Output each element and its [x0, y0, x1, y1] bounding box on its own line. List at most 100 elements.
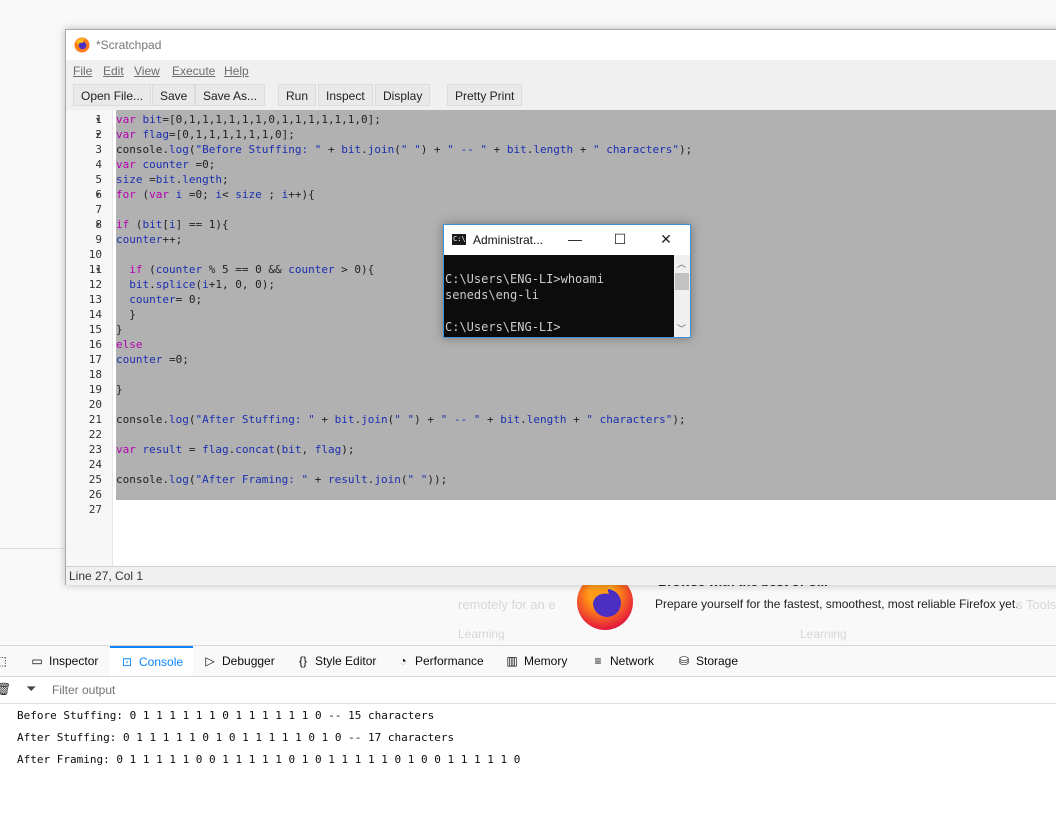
- line-number: 15: [88, 323, 102, 336]
- inspector-icon: ▭: [31, 654, 43, 668]
- window-title: *Scratchpad: [96, 38, 162, 52]
- devtools-tab-bar: ⬚ ▭ Inspector ⊡ Console ▷ Debugger {} Style …: [0, 646, 1056, 677]
- code-line: }: [116, 308, 136, 321]
- console-message: After Framing: 0 1 1 1 1 1 0 0 1 1 1 1 1…: [17, 753, 521, 766]
- code-line: var flag=[0,1,1,1,1,1,1,0];: [116, 128, 295, 141]
- code-line: for (var i =0; i< size ; i++){: [116, 188, 315, 201]
- tab-style-editor[interactable]: {} Style Editor: [296, 646, 376, 676]
- line-number: 16: [88, 338, 102, 351]
- pick-element-icon[interactable]: ⬚: [0, 646, 8, 676]
- line-number: 14: [88, 308, 102, 321]
- maximize-icon[interactable]: ☐: [610, 230, 630, 248]
- debugger-icon: ▷: [205, 654, 215, 668]
- save-as-button[interactable]: Save As...: [195, 84, 266, 106]
- tab-console[interactable]: ⊡ Console: [110, 646, 194, 676]
- minimize-icon[interactable]: —: [565, 230, 585, 248]
- storage-icon: ⛁: [678, 654, 690, 668]
- line-number: 12: [88, 278, 102, 291]
- scratchpad-toolbar: Open File... Save Save As... Run Inspect…: [66, 82, 1056, 108]
- cmd-icon: C:\: [452, 234, 466, 245]
- run-button[interactable]: Run: [278, 84, 317, 106]
- cmd-title-bar[interactable]: C:\ Administrat... — ☐ ✕: [444, 225, 690, 255]
- cmd-title: Administrat...: [473, 233, 544, 247]
- line-number: 19: [88, 383, 102, 396]
- code-line: console.log("After Framing: " + result.j…: [116, 473, 448, 486]
- code-line: counter =0;: [116, 353, 189, 366]
- line-number: 23: [88, 443, 102, 456]
- style-editor-icon: {}: [298, 654, 307, 668]
- line-number: 5: [95, 173, 102, 186]
- code-line: }: [116, 323, 123, 336]
- menu-help[interactable]: Help: [224, 64, 249, 78]
- line-number: 7: [95, 203, 102, 216]
- code-line: console.log("Before Stuffing: " + bit.jo…: [116, 143, 693, 156]
- tab-debugger[interactable]: ▷ Debugger: [203, 646, 274, 676]
- command-prompt-window: C:\ Administrat... — ☐ ✕ C:\Users\ENG-LI…: [443, 224, 691, 338]
- scratchpad-title-bar[interactable]: *Scratchpad: [66, 30, 1056, 60]
- menu-edit[interactable]: Edit: [103, 64, 124, 78]
- inspect-button[interactable]: Inspect: [318, 84, 373, 106]
- fold-arrow-icon[interactable]: ▾: [96, 187, 100, 202]
- cursor-position: Line 27, Col 1: [69, 569, 144, 583]
- scrollbar-thumb[interactable]: [675, 273, 689, 290]
- trash-icon[interactable]: 🗑: [0, 682, 11, 696]
- cmd-scrollbar[interactable]: ︿ ﹀: [674, 255, 690, 337]
- scroll-down-icon[interactable]: ﹀: [677, 322, 686, 335]
- menu-view[interactable]: View: [134, 64, 160, 78]
- code-line: size =bit.length;: [116, 173, 229, 186]
- line-number: 22: [88, 428, 102, 441]
- tab-inspector[interactable]: ▭ Inspector: [30, 646, 98, 676]
- line-number: 27: [88, 503, 102, 516]
- tab-memory[interactable]: ▥ Memory: [505, 646, 567, 676]
- tab-performance[interactable]: ◔ Performance: [396, 646, 483, 676]
- code-line: bit.splice(i+1, 0, 0);: [129, 278, 275, 291]
- tab-storage[interactable]: ⛁ Storage: [677, 646, 738, 676]
- cmd-line: C:\Users\ENG-LI>whoami: [445, 272, 604, 286]
- console-output: Before Stuffing: 0 1 1 1 1 1 1 0 1 1 1 1…: [17, 708, 520, 774]
- cmd-line: C:\Users\ENG-LI>: [445, 320, 561, 334]
- fold-arrow-icon[interactable]: ▾: [96, 112, 100, 127]
- code-line: counter++;: [116, 233, 183, 246]
- line-number: 3: [95, 143, 102, 156]
- line-number: 9: [95, 233, 102, 246]
- filter-icon: ⏷: [26, 681, 37, 696]
- line-number: 4: [95, 158, 102, 171]
- network-icon: ≡: [594, 654, 602, 668]
- pretty-print-button[interactable]: Pretty Print: [447, 84, 523, 106]
- line-number: 13: [88, 293, 102, 306]
- cmd-console[interactable]: C:\Users\ENG-LI>whoami seneds\eng-li C:\…: [444, 255, 674, 337]
- code-line: if (bit[i] == 1){: [116, 218, 229, 231]
- devtools-panel: ⬚ ▭ Inspector ⊡ Console ▷ Debugger {} Style …: [0, 645, 1056, 825]
- console-message: After Stuffing: 0 1 1 1 1 1 0 1 0 1 1 1 …: [17, 731, 455, 744]
- fold-arrow-icon[interactable]: ▾: [96, 127, 100, 142]
- code-line: }: [116, 383, 123, 396]
- code-editor[interactable]: 1 ▾ var bit=[0,1,1,1,1,1,1,0,1,1,1,1,1,1,0…: [66, 110, 1056, 566]
- fold-arrow-icon[interactable]: ▾: [96, 217, 100, 232]
- menu-execute[interactable]: Execute: [172, 64, 215, 78]
- menu-file[interactable]: File: [73, 64, 92, 78]
- console-filter-bar: 🗑 ⏷: [0, 677, 1056, 704]
- code-line: var bit=[0,1,1,1,1,1,1,0,1,1,1,1,1,1,0];: [116, 113, 381, 126]
- code-line: console.log("After Stuffing: " + bit.joi…: [116, 413, 686, 426]
- firefox-icon: [74, 37, 90, 53]
- faded-text: s Tools: [1016, 597, 1056, 612]
- code-line: if (counter % 5 == 0 && counter > 0){: [129, 263, 375, 276]
- save-button[interactable]: Save: [152, 84, 196, 106]
- faded-text: Learning: [800, 627, 847, 641]
- performance-icon: ◔: [399, 654, 407, 668]
- display-button[interactable]: Display: [375, 84, 431, 106]
- line-number: 18: [88, 368, 102, 381]
- open-file-button[interactable]: Open File...: [73, 84, 152, 106]
- promo-tagline: Prepare yourself for the fastest, smooth…: [655, 597, 1019, 611]
- filter-output-input[interactable]: [50, 680, 654, 700]
- fold-arrow-icon[interactable]: ▾: [96, 262, 100, 277]
- memory-icon: ▥: [506, 654, 518, 668]
- code-line: var counter =0;: [116, 158, 216, 171]
- scroll-up-icon[interactable]: ︿: [677, 257, 686, 270]
- tab-network[interactable]: ≡ Network: [591, 646, 654, 676]
- console-message: Before Stuffing: 0 1 1 1 1 1 1 0 1 1 1 1…: [17, 709, 435, 722]
- line-number: 10: [88, 248, 102, 261]
- close-icon[interactable]: ✕: [656, 230, 676, 248]
- code-line: var result = flag.concat(bit, flag);: [116, 443, 355, 456]
- code-line: else: [116, 338, 143, 351]
